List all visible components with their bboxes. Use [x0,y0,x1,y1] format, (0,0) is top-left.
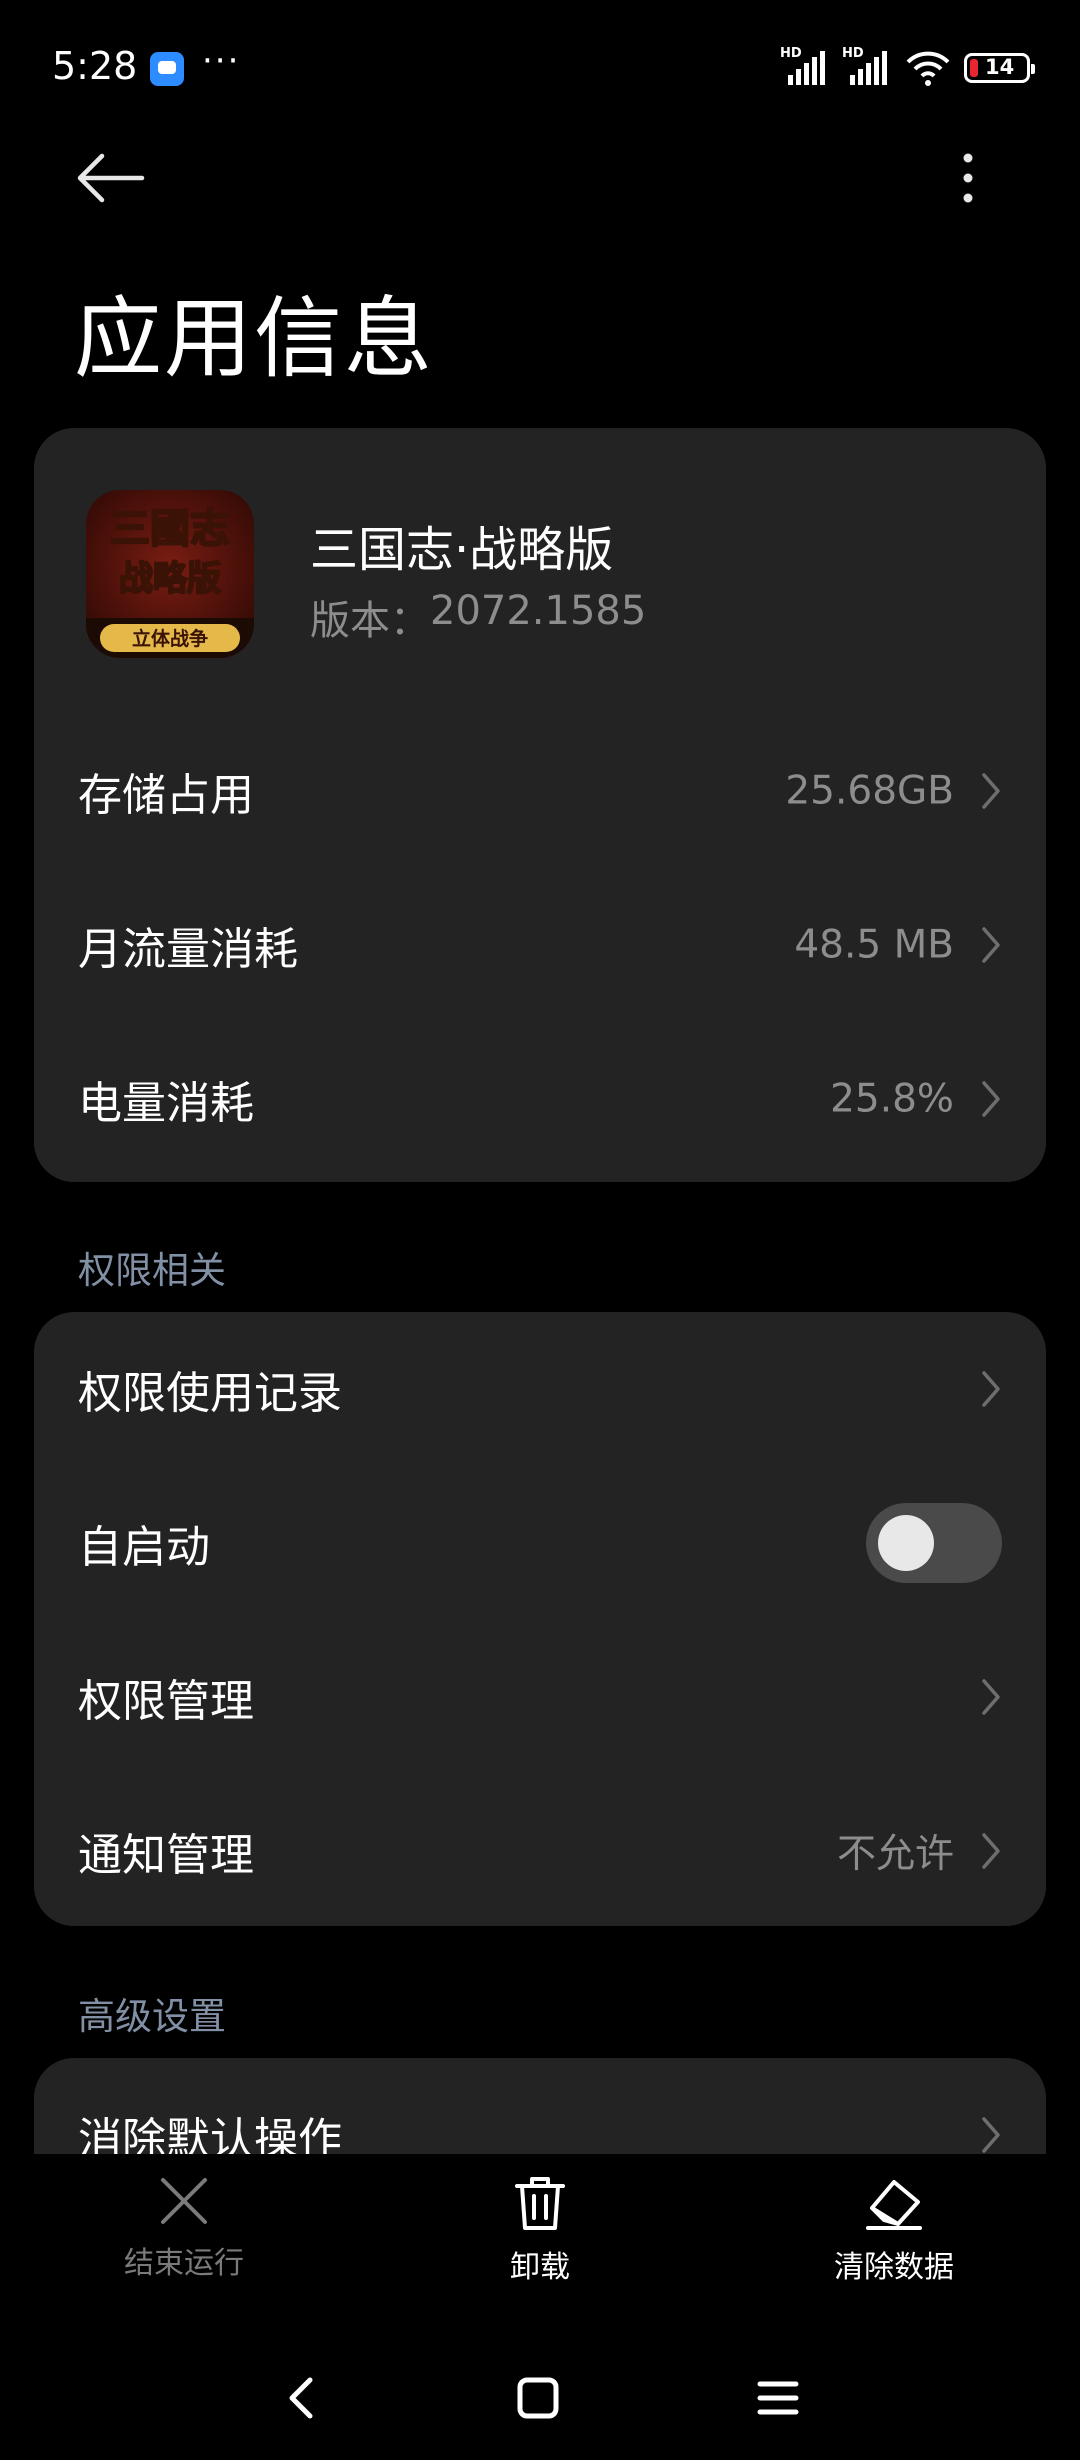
data-usage-row[interactable]: 月流量消耗 48.5 MB [34,868,1046,1022]
toggle-knob [878,1515,934,1571]
row-label: 存储占用 [78,770,254,821]
app-logo-text-mid: 战略版 [119,559,221,599]
clear-data-label: 清除数据 [834,2250,954,2285]
nav-home-icon[interactable] [508,2368,568,2428]
message-notification-icon [150,52,184,86]
clear-data-button[interactable]: 清除数据 [774,2174,1014,2314]
cellular-signal-1-icon: HD [780,46,830,88]
cellular-signal-2-icon: HD [842,46,892,88]
system-navigation-bar [0,2326,1080,2460]
force-stop-label: 结束运行 [124,2246,244,2281]
battery-usage-row[interactable]: 电量消耗 25.8% [34,1022,1046,1176]
chevron-right-icon [982,1833,1000,1869]
permission-usage-history-row[interactable]: 权限使用记录 [34,1312,1046,1466]
more-options-icon[interactable] [946,150,990,210]
autostart-row: 自启动 [34,1466,1046,1620]
row-label: 月流量消耗 [78,924,298,975]
row-label: 权限使用记录 [78,1368,342,1419]
uninstall-button[interactable]: 卸载 [420,2174,660,2314]
nav-recents-icon[interactable] [748,2368,808,2428]
page-title: 应用信息 [74,287,435,390]
app-version: 版本： 2072.1585 [310,588,646,646]
row-value: 25.68GB [785,768,954,814]
status-time: 5:28 [52,44,138,88]
chevron-right-icon [982,773,1000,809]
row-value: 48.5 MB [794,922,954,968]
app-info-screen: 5:28 ··· HD HD 14 应用信息 三國志 战略版 立体战争 三国志·… [0,0,1080,2460]
chevron-right-icon [982,1371,1000,1407]
autostart-toggle[interactable] [866,1503,1002,1583]
eraser-icon [866,2180,922,2230]
trash-icon [515,2177,565,2230]
notification-management-row[interactable]: 通知管理 不允许 [34,1774,1046,1928]
row-label: 电量消耗 [78,1078,254,1129]
app-name: 三国志·战略版 [310,522,614,578]
more-notifications-icon: ··· [202,41,241,81]
uninstall-label: 卸载 [510,2250,570,2285]
permissions-card: 权限使用记录 自启动 权限管理 通知管理 不允许 [34,1312,1046,1926]
app-logo-text-top: 三國志 [110,505,230,552]
bottom-action-bar: 结束运行 卸载 清除数据 [0,2154,1080,2326]
nav-back-icon[interactable] [272,2368,332,2428]
row-label: 通知管理 [78,1830,254,1881]
row-value: 不允许 [836,1832,954,1877]
row-label: 自启动 [78,1522,210,1573]
back-arrow-icon[interactable] [72,148,148,208]
battery-level: 14 [985,55,1015,79]
section-header-permissions: 权限相关 [78,1249,226,1292]
row-value: 25.8% [830,1076,954,1122]
permission-management-row[interactable]: 权限管理 [34,1620,1046,1774]
version-label: 版本： [310,598,430,644]
chevron-right-icon [982,1081,1000,1117]
status-icons: HD HD 14 [780,46,1035,88]
wifi-icon [906,51,950,86]
chevron-right-icon [982,927,1000,963]
force-stop-button[interactable]: 结束运行 [64,2174,304,2314]
app-logo-text-bottom: 立体战争 [132,627,208,650]
row-label: 权限管理 [78,1676,254,1727]
status-bar: 5:28 ··· HD HD 14 [0,0,1080,136]
chevron-right-icon [982,2117,1000,2153]
battery-icon: 14 [964,53,1035,83]
app-info-card: 三國志 战略版 立体战争 三国志·战略版 版本： 2072.1585 存储占用 … [34,428,1046,1182]
close-icon [161,2178,207,2224]
app-logo-graphic: 三國志 战略版 立体战争 [86,490,254,658]
storage-usage-row[interactable]: 存储占用 25.68GB [34,714,1046,868]
chevron-right-icon [982,1679,1000,1715]
version-number: 2072.1585 [430,588,647,634]
section-header-advanced: 高级设置 [78,1995,226,2038]
app-icon: 三國志 战略版 立体战争 [86,490,254,658]
battery-fill [970,59,978,77]
